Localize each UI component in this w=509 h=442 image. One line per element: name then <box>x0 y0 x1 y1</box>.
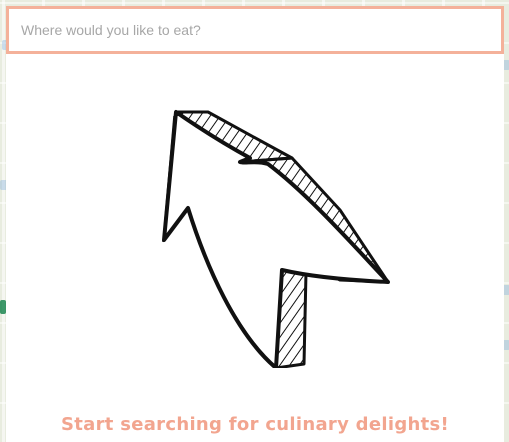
search-panel: Start searching for culinary delights! <box>6 6 504 442</box>
empty-state-message: Start searching for culinary delights! <box>60 414 450 435</box>
search-box[interactable] <box>6 6 504 54</box>
search-input[interactable] <box>9 9 501 51</box>
hand-drawn-arrow-icon <box>162 110 390 368</box>
